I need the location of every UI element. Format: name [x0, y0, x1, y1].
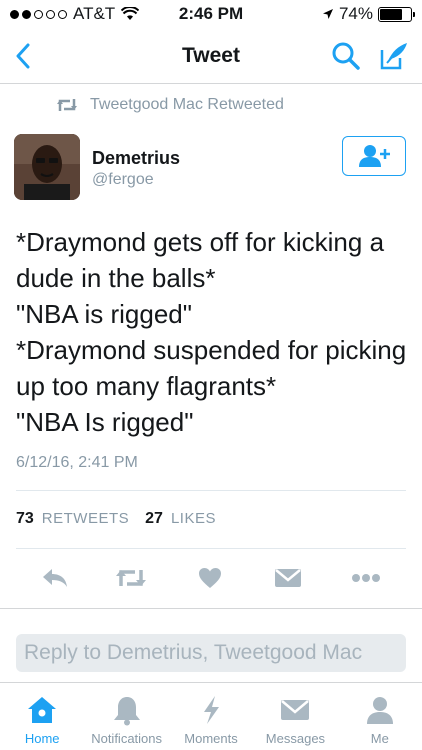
tab-home-label: Home: [24, 731, 60, 746]
retweet-context[interactable]: Tweetgood Mac Retweeted: [56, 96, 284, 114]
tab-me[interactable]: Me: [338, 683, 422, 750]
compose-icon: [380, 43, 407, 70]
tab-bar: Home Notifications Moments Messages Me: [0, 682, 422, 750]
retweet-icon: [57, 99, 77, 111]
follow-user-icon: [359, 145, 390, 167]
tab-me-label: Me: [370, 731, 389, 746]
retweet-count[interactable]: 73: [16, 510, 34, 528]
tab-messages[interactable]: Messages: [253, 683, 337, 750]
navigation-bar: Tweet: [0, 28, 422, 84]
profile-icon: [363, 693, 397, 727]
divider: [16, 548, 406, 549]
follow-button[interactable]: [342, 136, 406, 176]
back-button[interactable]: [8, 40, 38, 72]
author-handle[interactable]: @fergoe: [92, 171, 154, 189]
like-button[interactable]: [190, 560, 230, 596]
status-left: AT&T: [10, 4, 140, 24]
tweet-text-line: up too many flagrants*: [16, 371, 277, 401]
retweet-icon: [116, 570, 146, 586]
notifications-icon: [110, 693, 144, 727]
status-right: 74%: [322, 4, 415, 24]
tweet-text-line: *Draymond gets off for kicking a: [16, 227, 385, 257]
moments-icon: [194, 693, 228, 727]
carrier-label: AT&T: [73, 4, 116, 23]
battery-percent: 74%: [338, 4, 373, 23]
like-count[interactable]: 27: [145, 510, 163, 528]
divider: [16, 490, 406, 491]
tab-messages-label: Messages: [265, 731, 326, 746]
tweet-text-line: *Draymond suspended for picking: [16, 335, 407, 365]
tab-notifications[interactable]: Notifications: [84, 683, 168, 750]
retweet-context-text: Tweetgood Mac Retweeted: [90, 96, 284, 113]
tab-notifications-label: Notifications: [91, 731, 163, 746]
more-icon: [352, 574, 380, 582]
status-bar: AT&T 2:46 PM 74%: [0, 0, 422, 28]
search-icon: [332, 42, 360, 70]
tweet-text-line: "NBA Is rigged": [16, 407, 194, 437]
signal-strength-icon: [10, 9, 67, 19]
tweet-text: *Draymond gets off for kicking a dude in…: [16, 224, 412, 440]
messages-icon: [278, 693, 312, 727]
battery-fill: [380, 8, 403, 20]
author-name[interactable]: Demetrius: [92, 148, 180, 169]
tab-moments[interactable]: Moments: [169, 683, 253, 750]
reply-icon: [43, 569, 67, 587]
avatar[interactable]: [14, 134, 80, 200]
reply-input[interactable]: [16, 634, 406, 672]
tab-home[interactable]: Home: [0, 683, 84, 750]
tweet-actions: [0, 560, 422, 596]
location-icon: [322, 9, 333, 19]
section-divider: [0, 608, 422, 622]
tweet-timestamp: 6/12/16, 2:41 PM: [16, 454, 138, 471]
home-icon: [25, 693, 59, 727]
retweet-count-label[interactable]: RETWEETS: [42, 510, 129, 527]
like-icon: [199, 568, 221, 588]
tweet-text-line: "NBA is rigged": [16, 299, 192, 329]
chevron-left-icon: [16, 43, 30, 69]
more-button[interactable]: [346, 560, 386, 596]
retweet-button[interactable]: [111, 560, 151, 596]
wifi-icon: [121, 7, 140, 20]
tweet-stats: 73 RETWEETS 27 LIKES: [16, 510, 224, 528]
direct-message-button[interactable]: [268, 560, 308, 596]
compose-button[interactable]: [378, 40, 410, 72]
message-icon: [275, 569, 301, 587]
tab-moments-label: Moments: [184, 731, 238, 746]
page-title: Tweet: [182, 43, 240, 67]
reply-button[interactable]: [35, 560, 75, 596]
avatar-image: [14, 134, 80, 200]
tweet-text-line: dude in the balls*: [16, 263, 216, 293]
battery-icon: [378, 6, 415, 22]
like-count-label[interactable]: LIKES: [171, 510, 216, 527]
search-button[interactable]: [330, 40, 362, 72]
